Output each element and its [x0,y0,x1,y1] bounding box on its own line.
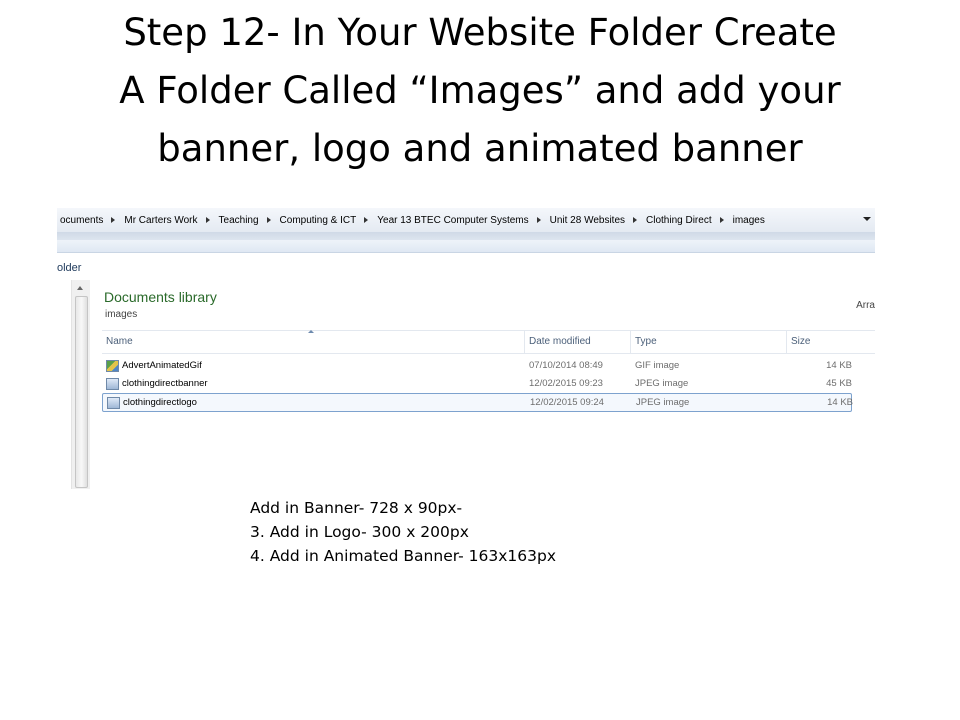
file-list-pane: Documents library images Arra Name Date … [90,253,875,489]
column-header-name[interactable]: Name [102,331,524,353]
file-type: JPEG image [635,378,689,389]
address-bar[interactable]: ocuments Mr Carters Work Teaching Comput… [57,208,875,233]
breadcrumb-item[interactable]: Year 13 BTEC Computer Systems [374,215,531,226]
column-header-type[interactable]: Type [630,331,785,353]
scrollbar-thumb[interactable] [75,296,88,488]
note-line-1: Add in Banner- 728 x 90px- [250,499,463,517]
breadcrumb-item[interactable]: Clothing Direct [643,215,715,226]
file-size: 14 KB [827,397,853,408]
scroll-up-icon[interactable] [77,286,83,290]
file-row[interactable]: AdvertAnimatedGif 07/10/2014 08:49 GIF i… [102,357,852,374]
slide: Step 12- In Your Website Folder Create A… [0,0,960,720]
file-date: 12/02/2015 09:24 [530,397,604,408]
nav-pane-label[interactable]: older [57,262,81,274]
file-date: 07/10/2014 08:49 [529,360,603,371]
breadcrumb-item[interactable]: Teaching [216,215,262,226]
library-title: Documents library [104,289,217,305]
column-header-size[interactable]: Size [786,331,875,353]
title-line-1: Step 12- In Your Website Folder Create [123,11,837,54]
jpeg-image-icon [106,378,119,390]
breadcrumb-item[interactable]: Unit 28 Websites [547,215,628,226]
command-bar [57,240,875,253]
file-type: GIF image [635,360,680,371]
breadcrumb: ocuments Mr Carters Work Teaching Comput… [57,208,768,232]
note-line-3: 4. Add in Animated Banner- 163x163px [250,547,556,565]
file-size: 14 KB [826,360,852,371]
slide-title: Step 12- In Your Website Folder Create A… [20,4,940,178]
breadcrumb-item[interactable]: ocuments [57,215,106,226]
explorer-screenshot: ocuments Mr Carters Work Teaching Comput… [57,208,875,489]
gif-image-icon [106,360,119,372]
file-date: 12/02/2015 09:23 [529,378,603,389]
breadcrumb-item[interactable]: Computing & ICT [277,215,360,226]
chevron-right-icon[interactable] [536,217,541,223]
nav-scrollbar[interactable] [71,280,91,489]
file-name: AdvertAnimatedGif [122,360,202,371]
file-size: 45 KB [826,378,852,389]
toolbar-strip [57,232,875,240]
chevron-down-icon[interactable] [863,217,871,221]
file-row[interactable]: clothingdirectbanner 12/02/2015 09:23 JP… [102,375,852,392]
breadcrumb-item[interactable]: Mr Carters Work [121,215,200,226]
file-name: clothingdirectlogo [123,397,197,408]
chevron-right-icon[interactable] [364,217,369,223]
column-headers: Name Date modified Type Size [102,330,875,354]
navigation-pane [57,253,71,489]
chevron-right-icon[interactable] [205,217,210,223]
note-line-2: 3. Add in Logo- 300 x 200px [250,523,469,541]
arrange-by-control[interactable]: Arra [856,300,875,311]
chevron-right-icon[interactable] [111,217,116,223]
file-row-selected[interactable]: clothingdirectlogo 12/02/2015 09:24 JPEG… [102,393,853,412]
title-line-2: A Folder Called “Images” and add your [119,69,841,112]
jpeg-image-icon [107,397,120,409]
breadcrumb-item-current[interactable]: images [730,215,768,226]
chevron-right-icon[interactable] [633,217,638,223]
library-subtitle: images [105,309,138,320]
chevron-right-icon[interactable] [266,217,271,223]
title-line-3: banner, logo and animated banner [157,127,803,170]
slide-notes: Add in Banner- 728 x 90px- 3. Add in Log… [250,496,556,568]
chevron-right-icon[interactable] [719,217,724,223]
column-header-date[interactable]: Date modified [524,331,629,353]
file-type: JPEG image [636,397,690,408]
file-name: clothingdirectbanner [122,378,208,389]
